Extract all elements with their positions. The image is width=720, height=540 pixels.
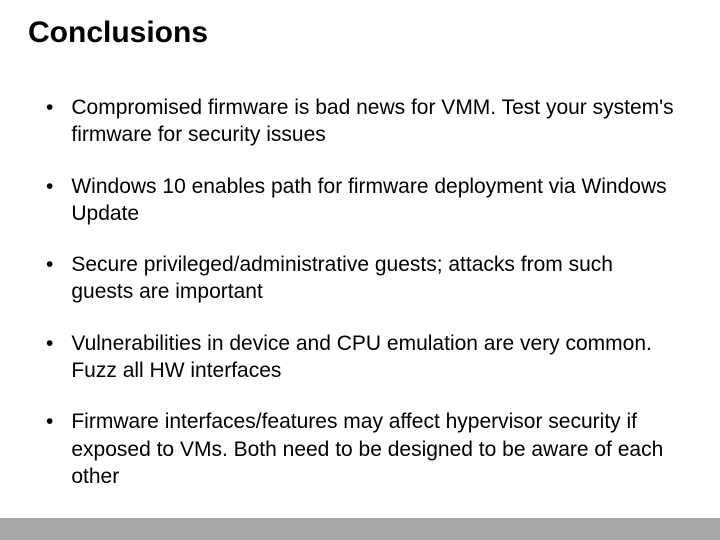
slide: Conclusions • Compromised firmware is ba… xyxy=(0,0,720,540)
slide-title: Conclusions xyxy=(28,16,208,50)
bullet-icon: • xyxy=(46,94,53,121)
bullet-text: Compromised firmware is bad news for VMM… xyxy=(71,94,674,149)
bullet-icon: • xyxy=(46,251,53,278)
slide-content: • Compromised firmware is bad news for V… xyxy=(46,94,674,514)
bullet-text: Vulnerabilities in device and CPU emulat… xyxy=(71,330,674,385)
bullet-icon: • xyxy=(46,408,53,435)
list-item: • Vulnerabilities in device and CPU emul… xyxy=(46,330,674,385)
list-item: • Firmware interfaces/features may affec… xyxy=(46,408,674,490)
list-item: • Compromised firmware is bad news for V… xyxy=(46,94,674,149)
list-item: • Windows 10 enables path for firmware d… xyxy=(46,173,674,228)
bullet-icon: • xyxy=(46,330,53,357)
bullet-text: Firmware interfaces/features may affect … xyxy=(71,408,674,490)
footer-bar xyxy=(0,518,720,540)
bullet-icon: • xyxy=(46,173,53,200)
list-item: • Secure privileged/administrative guest… xyxy=(46,251,674,306)
bullet-text: Windows 10 enables path for firmware dep… xyxy=(71,173,674,228)
bullet-text: Secure privileged/administrative guests;… xyxy=(71,251,674,306)
